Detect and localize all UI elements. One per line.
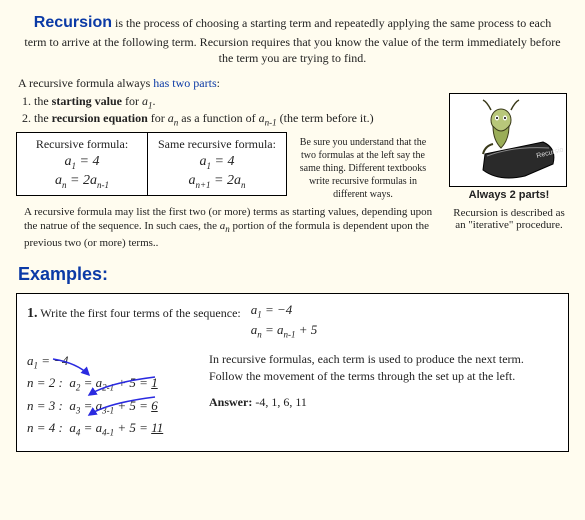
- iterative-note: Recursion is described as an "iterative"…: [449, 207, 569, 231]
- col2-head: Same recursive formula:: [158, 137, 276, 152]
- part2-d: as a function of: [178, 111, 258, 125]
- f2-line1: a1 = 4: [158, 154, 276, 171]
- iterative-a: Recursion is described as: [449, 207, 569, 219]
- intro-paragraph: Recursion is the process of choosing a s…: [22, 12, 563, 66]
- answer-label: Answer:: [209, 395, 252, 409]
- parts-lead-line: A recursive formula always has two parts…: [18, 76, 569, 91]
- arrow-overlay-icon: [35, 353, 175, 421]
- example-prompt: 1. Write the first four terms of the seq…: [27, 302, 241, 322]
- part2-a: the: [34, 111, 52, 125]
- part1-c: for: [122, 94, 142, 108]
- worked-steps: a1 = −4 n = 2 : a2 = a2-1 + 5 = 1 n = 3 …: [27, 351, 187, 441]
- part1-b: starting value: [52, 94, 122, 108]
- f1-line2: an = 2an-1: [27, 173, 137, 190]
- has-two-parts-link: has two parts: [153, 76, 216, 90]
- part-item-2: the recursion equation for an as a funct…: [34, 111, 449, 127]
- part2-e: (the term before it.): [277, 111, 374, 125]
- part-item-1: the starting value for a1.: [34, 94, 449, 110]
- dependency-note: A recursive formula may list the first t…: [24, 205, 444, 250]
- f2-line2: an+1 = 2an: [158, 173, 276, 190]
- iterative-b: an "iterative" procedure.: [449, 219, 569, 231]
- col1-head: Recursive formula:: [27, 137, 137, 152]
- answer-values: -4, 1, 6, 11: [252, 395, 307, 409]
- part2-b: recursion equation: [52, 111, 148, 125]
- sequence-definition: a1 = −4 an = an-1 + 5: [251, 302, 318, 341]
- explanation: In recursive formulas, each term is used…: [209, 351, 558, 441]
- figure-column: Recursion Always 2 parts! Recursion is d…: [449, 93, 569, 231]
- wizard-coaster-icon: Recursion: [453, 96, 563, 184]
- figure-caption: Always 2 parts!: [449, 189, 569, 201]
- explain-text: In recursive formulas, each term is used…: [209, 351, 558, 385]
- example-1: 1. Write the first four terms of the seq…: [16, 293, 569, 452]
- formula-cell-2: Same recursive formula: a1 = 4 an+1 = 2a…: [148, 132, 287, 196]
- formula-table: Recursive formula: a1 = 4 an = 2an-1 Sam…: [16, 132, 287, 197]
- formula-cell-1: Recursive formula: a1 = 4 an = 2an-1: [17, 132, 148, 196]
- example-number: 1.: [27, 306, 38, 321]
- part1-a: the: [34, 94, 52, 108]
- title-word: Recursion: [34, 14, 112, 31]
- part2-c: for: [148, 111, 168, 125]
- parts-lead-text: A recursive formula always: [18, 76, 153, 90]
- example-prompt-text: Write the first four terms of the sequen…: [40, 306, 240, 320]
- tip-text: Be sure you understand that the two form…: [293, 132, 433, 201]
- recursion-image: Recursion: [449, 93, 567, 187]
- f1-line1: a1 = 4: [27, 154, 137, 171]
- examples-heading: Examples:: [18, 264, 569, 285]
- parts-list: the starting value for a1. the recursion…: [34, 94, 449, 128]
